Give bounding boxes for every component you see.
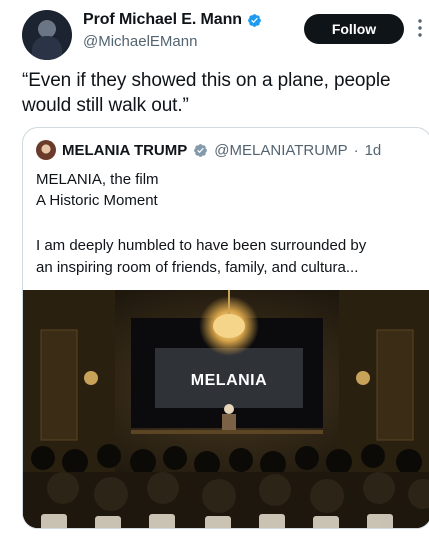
quoted-author-name[interactable]: MELANIA TRUMP (62, 142, 187, 159)
quoted-text-line: MELANIA, the film (36, 171, 159, 188)
quoted-tweet-header: MELANIA TRUMP @MELANIATRUMP · 1d (36, 140, 381, 160)
quoted-tweet-card[interactable]: MELANIA TRUMP @MELANIATRUMP · 1d MELANIA… (22, 127, 429, 529)
tweet-text: “Even if they showed this on a plane, pe… (22, 70, 391, 116)
screen-title: MELANIA (191, 372, 267, 389)
follow-button[interactable]: Follow (304, 14, 404, 44)
verified-check-icon (248, 13, 261, 27)
quoted-text-line: I am deeply humbled to have been surroun… (36, 237, 367, 254)
author-name-row: Prof Michael E. Mann (83, 11, 262, 29)
quoted-author-handle[interactable]: @MELANIATRUMP (214, 142, 347, 159)
event-photo: MELANIA (23, 290, 429, 528)
quoted-time-separator: · (353, 141, 359, 159)
quoted-tweet-media[interactable]: MELANIA (23, 290, 429, 528)
gray-verified-check-icon (194, 143, 208, 157)
author-handle[interactable]: @MichaelEMann (83, 33, 197, 50)
quoted-text-line: an inspiring room of friends, family, an… (36, 259, 359, 276)
quoted-author-avatar[interactable] (36, 140, 56, 160)
quoted-timestamp[interactable]: 1d (365, 142, 382, 159)
author-display-name[interactable]: Prof Michael E. Mann (83, 11, 242, 29)
quoted-text-line: A Historic Moment (36, 192, 158, 209)
author-avatar[interactable] (22, 10, 72, 60)
more-vertical-icon[interactable] (418, 18, 422, 38)
avatar-figure (32, 36, 62, 60)
